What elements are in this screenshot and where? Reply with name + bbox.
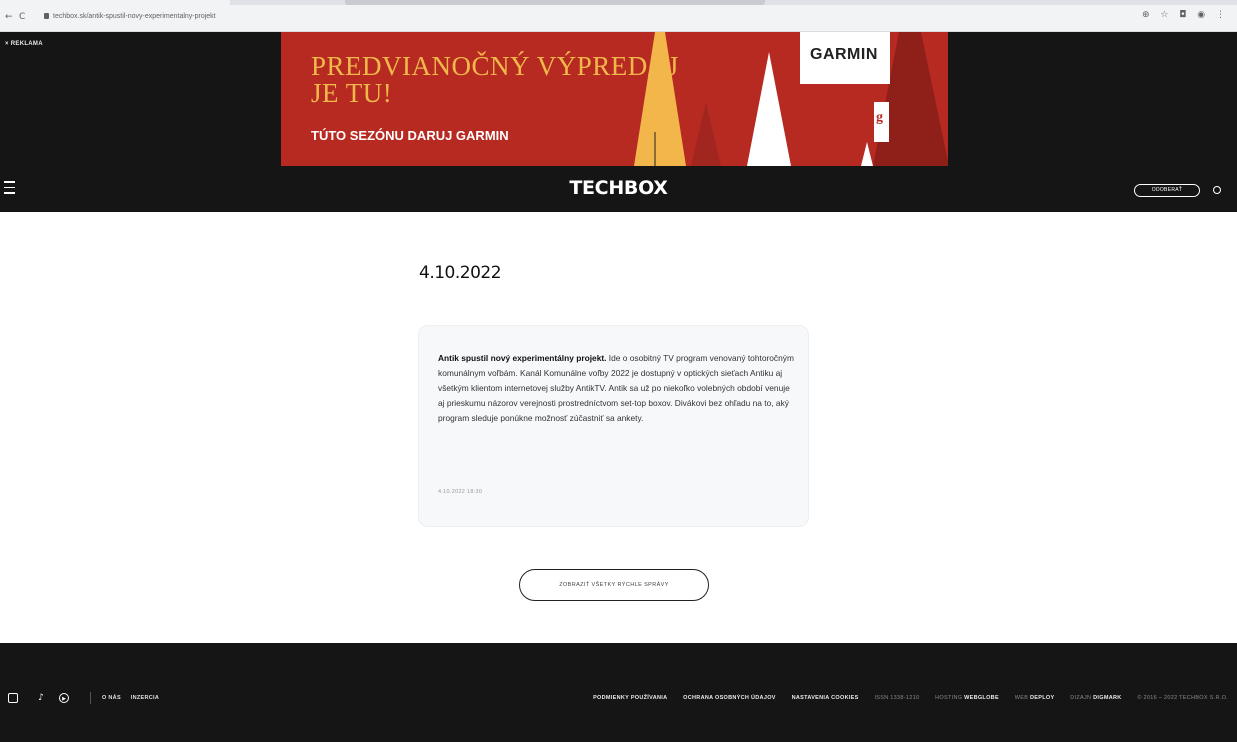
footer-copyright: © 2016 – 2022 TECHBOX S.R.O. bbox=[1137, 695, 1228, 701]
news-timestamp: 4.10.2022 18:30 bbox=[438, 489, 483, 495]
footer-link-terms[interactable]: PODMIENKY POUŽÍVANIA bbox=[593, 695, 667, 701]
footer-hosting: HOSTING WEBGLOBE bbox=[935, 695, 999, 701]
url-text: techbox.sk/antik-spustil-novy-experiment… bbox=[53, 13, 216, 20]
footer-link-about[interactable]: O NÁS bbox=[102, 695, 121, 701]
ad-close-label[interactable]: × REKLAMA bbox=[5, 41, 43, 47]
garmin-logo-text: GARMIN bbox=[810, 46, 878, 63]
browser-toolbar: ← C techbox.sk/antik-spustil-novy-experi… bbox=[0, 0, 1237, 32]
footer-design: DIZAJN DIGMARK bbox=[1070, 695, 1122, 701]
footer-link-cookies[interactable]: NASTAVENIA COOKIES bbox=[792, 695, 859, 701]
footer-design-link[interactable]: DIGMARK bbox=[1093, 695, 1121, 701]
garmin-logo: GARMIN bbox=[800, 32, 890, 84]
footer-hosting-link[interactable]: WEBGLOBE bbox=[964, 695, 999, 701]
tab-strip bbox=[0, 0, 1237, 5]
footer-link-privacy[interactable]: OCHRANA OSOBNÝCH ÚDAJOV bbox=[683, 695, 776, 701]
tab-inactive[interactable] bbox=[345, 0, 765, 5]
news-text: Antik spustil nový experimentálny projek… bbox=[438, 351, 798, 426]
ad-area: × REKLAMA PREDVIANOČNÝ VÝPREDAJ JE TU! T… bbox=[0, 32, 1237, 166]
footer-issn: ISSN 1338-1210 bbox=[874, 695, 920, 701]
ad-title: PREDVIANOČNÝ VÝPREDAJ JE TU! bbox=[311, 51, 679, 108]
browser-extension-icons[interactable]: ⊕ ☆ ◘ ◉ ⋮ bbox=[1142, 10, 1229, 20]
site-header: TECHBOX ODOBERAŤ bbox=[0, 166, 1237, 212]
back-icon[interactable]: ← bbox=[5, 12, 13, 22]
footer-right-links: PODMIENKY POUŽÍVANIA OCHRANA OSOBNÝCH ÚD… bbox=[579, 695, 1228, 701]
footer-link-advertising[interactable]: INZERCIA bbox=[131, 695, 159, 701]
address-bar[interactable]: techbox.sk/antik-spustil-novy-experiment… bbox=[44, 10, 1144, 24]
footer-divider bbox=[90, 692, 91, 704]
site-footer: ♪ ▶ O NÁS INZERCIA PODMIENKY POUŽÍVANIA … bbox=[0, 643, 1237, 742]
subscribe-button[interactable]: ODOBERAŤ bbox=[1134, 184, 1200, 197]
footer-web-link[interactable]: DEPLOY bbox=[1030, 695, 1054, 701]
ad-banner[interactable]: PREDVIANOČNÝ VÝPREDAJ JE TU! TÚTO SEZÓNU… bbox=[281, 32, 948, 166]
tiktok-icon[interactable]: ♪ bbox=[36, 693, 46, 703]
show-all-news-button[interactable]: ZOBRAZIŤ VŠETKY RÝCHLE SPRÁVY bbox=[519, 569, 709, 601]
footer-web: WEB DEPLOY bbox=[1014, 695, 1055, 701]
news-card: Antik spustil nový experimentálny projek… bbox=[418, 325, 809, 527]
gift-tag-icon: g bbox=[874, 102, 889, 142]
page-title-date: 4.10.2022 bbox=[419, 263, 502, 283]
site-logo[interactable]: TECHBOX bbox=[0, 177, 1237, 199]
footer-left-links: O NÁS INZERCIA bbox=[102, 695, 167, 701]
tab-active[interactable] bbox=[0, 0, 230, 5]
search-icon[interactable] bbox=[1213, 186, 1221, 194]
ad-subtitle: TÚTO SEZÓNU DARUJ GARMIN bbox=[311, 128, 509, 143]
lock-icon bbox=[44, 13, 49, 20]
youtube-icon[interactable]: ▶ bbox=[59, 693, 69, 703]
gift-tag-letter: g bbox=[876, 110, 883, 125]
news-lead[interactable]: Antik spustil nový experimentálny projek… bbox=[438, 353, 606, 363]
news-body: Ide o osobitný TV program venovaný tohto… bbox=[438, 353, 794, 424]
instagram-icon[interactable] bbox=[8, 693, 18, 703]
reload-icon[interactable]: C bbox=[19, 12, 25, 22]
